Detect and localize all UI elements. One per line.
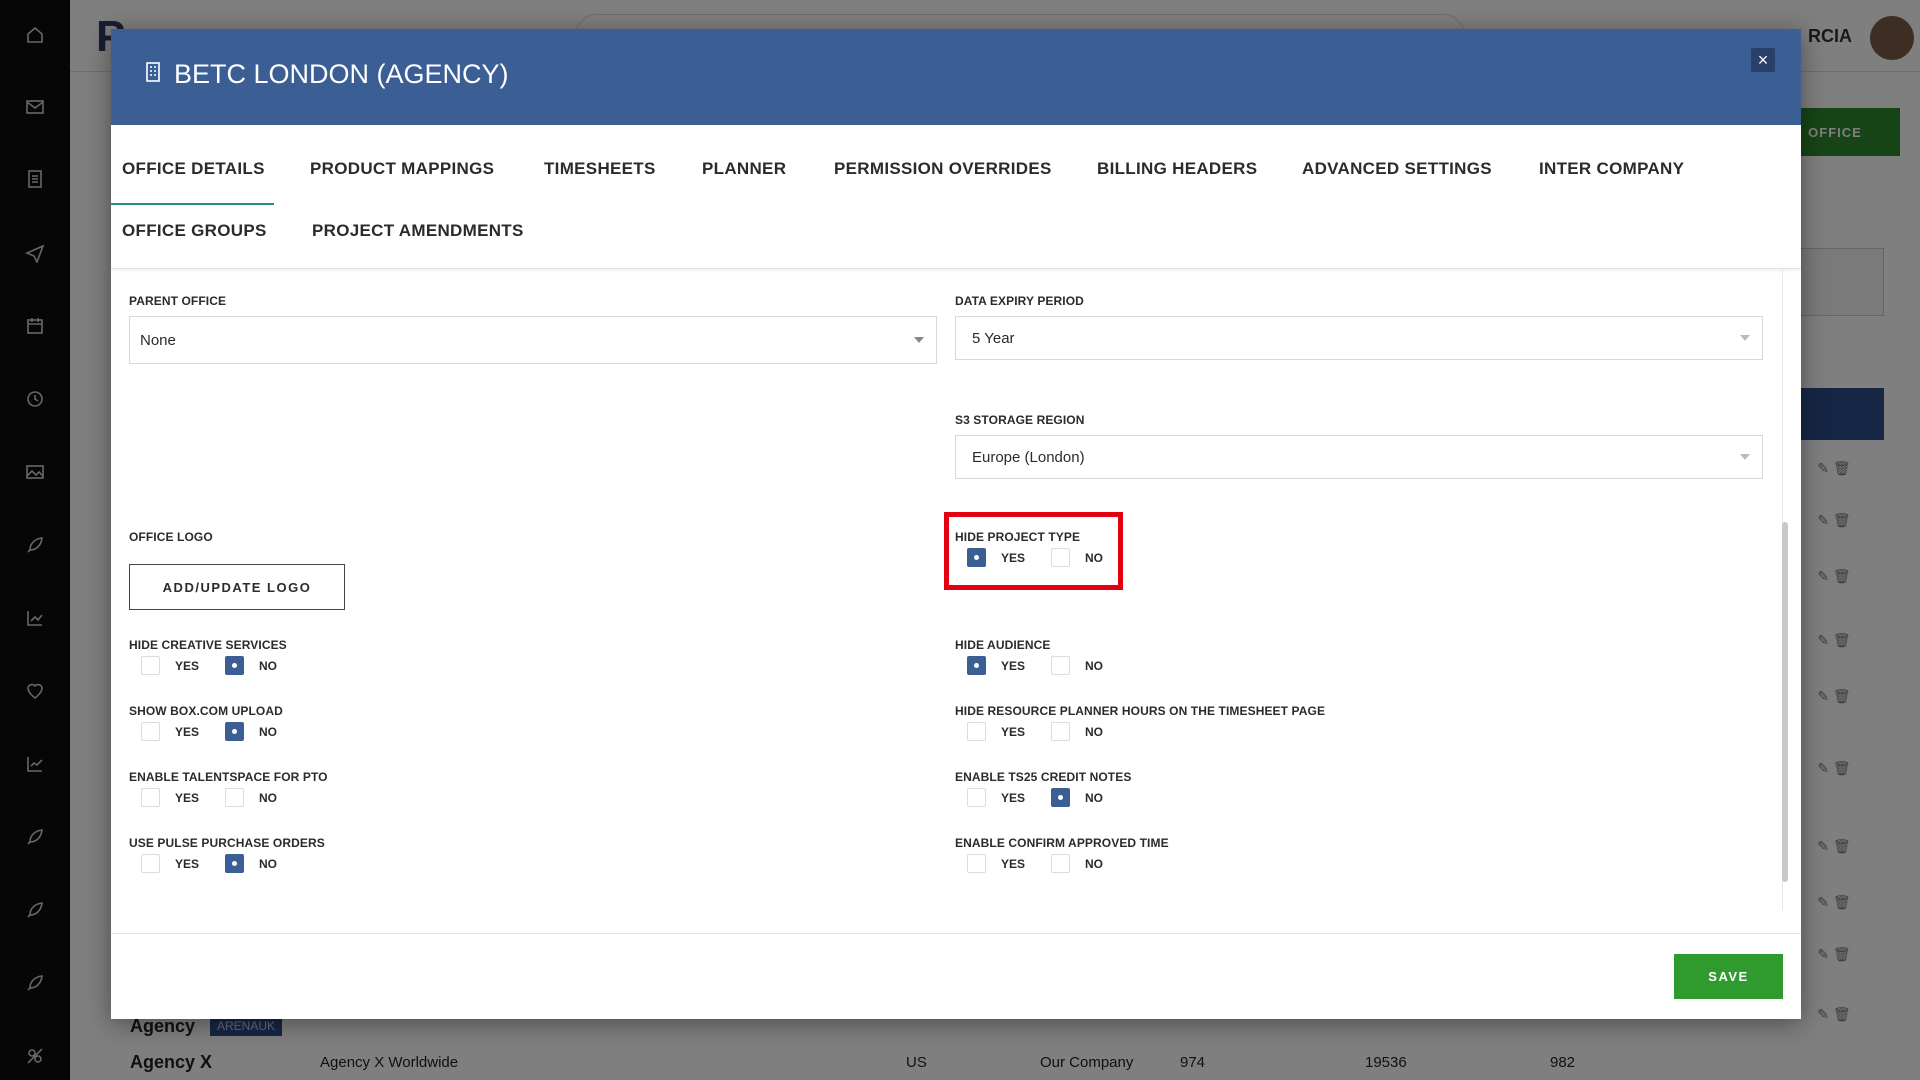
enable-talentspace-pto-label: ENABLE TALENTSPACE FOR PTO [129,770,328,784]
tab-advanced-settings[interactable]: ADVANCED SETTINGS [1302,159,1492,179]
hide-audience-label: HIDE AUDIENCE [955,638,1051,652]
hide-creative-services-options: YES NO [141,656,303,675]
chevron-down-icon [914,337,924,343]
use-pulse-purchase-orders-label: USE PULSE PURCHASE ORDERS [129,836,325,850]
hide-audience-options: YES NO [967,656,1129,675]
modal-title-text: BETC LONDON (AGENCY) [174,59,509,89]
yes-label: YES [1001,658,1026,673]
parent-office-label: PARENT OFFICE [129,294,227,308]
hide-creative-services-yes-radio[interactable] [141,656,160,675]
no-label: NO [259,856,278,871]
data-expiry-label: DATA EXPIRY PERIOD [955,294,1084,308]
enable-confirm-approved-time-no-radio[interactable] [1051,854,1071,873]
show-box-upload-label: SHOW BOX.COM UPLOAD [129,704,283,718]
use-pulse-purchase-orders-no-radio[interactable] [225,854,245,873]
tab-timesheets[interactable]: TIMESHEETS [544,159,656,179]
enable-talentspace-pto-yes-radio[interactable] [141,788,160,807]
s3-region-value: Europe (London) [972,448,1085,466]
s3-region-label: S3 STORAGE REGION [955,413,1085,427]
no-label: NO [1085,856,1104,871]
enable-ts25-credit-notes-no-radio[interactable] [1051,788,1071,807]
tab-office-details[interactable]: OFFICE DETAILS [122,159,265,179]
data-expiry-select[interactable]: 5 Year [955,316,1763,360]
tab-product-mappings[interactable]: PRODUCT MAPPINGS [310,159,494,179]
show-box-upload-options: YES NO [141,722,303,741]
parent-office-value: None [140,331,176,349]
enable-confirm-approved-time-yes-radio[interactable] [967,854,986,873]
tab-bar: OFFICE DETAILS PRODUCT MAPPINGS TIMESHEE… [111,125,1801,269]
hide-audience-no-radio[interactable] [1051,656,1071,675]
chevron-down-icon [1740,454,1750,460]
hide-resource-planner-hours-yes-radio[interactable] [967,722,986,741]
add-update-logo-button[interactable]: ADD/UPDATE LOGO [129,564,345,610]
tab-office-groups[interactable]: OFFICE GROUPS [122,221,267,241]
hide-creative-services-label: HIDE CREATIVE SERVICES [129,638,287,652]
yes-label: YES [175,658,200,673]
enable-ts25-credit-notes-options: YES NO [967,788,1129,807]
enable-talentspace-pto-options: YES NO [141,788,303,807]
enable-confirm-approved-time-options: YES NO [967,854,1129,873]
yes-label: YES [175,724,200,739]
active-tab-indicator [111,203,274,205]
no-label: NO [1085,658,1104,673]
s3-region-select[interactable]: Europe (London) [955,435,1763,479]
save-button[interactable]: SAVE [1674,954,1783,999]
no-label: NO [1085,790,1104,805]
enable-ts25-credit-notes-label: ENABLE TS25 CREDIT NOTES [955,770,1132,784]
show-box-upload-no-radio[interactable] [225,722,245,741]
no-label: NO [259,790,278,805]
hide-creative-services-no-radio[interactable] [225,656,245,675]
tab-planner[interactable]: PLANNER [702,159,786,179]
yes-label: YES [175,790,200,805]
highlight-box [944,512,1123,590]
scrollbar[interactable] [1782,522,1788,882]
tab-project-amendments[interactable]: PROJECT AMENDMENTS [312,221,524,241]
hide-resource-planner-hours-label: HIDE RESOURCE PLANNER HOURS ON THE TIMES… [955,704,1326,718]
no-label: NO [1085,724,1104,739]
office-logo-label: OFFICE LOGO [129,530,213,544]
data-expiry-value: 5 Year [972,329,1015,347]
tab-permission-overrides[interactable]: PERMISSION OVERRIDES [834,159,1052,179]
no-label: NO [259,658,278,673]
show-box-upload-yes-radio[interactable] [141,722,160,741]
no-label: NO [259,724,278,739]
enable-talentspace-pto-no-radio[interactable] [225,788,245,807]
chevron-down-icon [1740,335,1750,341]
hide-resource-planner-hours-no-radio[interactable] [1051,722,1071,741]
enable-confirm-approved-time-label: ENABLE CONFIRM APPROVED TIME [955,836,1169,850]
building-icon [144,59,162,90]
use-pulse-purchase-orders-yes-radio[interactable] [141,854,160,873]
yes-label: YES [1001,856,1026,871]
yes-label: YES [1001,790,1026,805]
enable-ts25-credit-notes-yes-radio[interactable] [967,788,986,807]
hide-resource-planner-hours-options: YES NO [967,722,1129,741]
office-details-form: PARENT OFFICE None OFFICE LOGO ADD/UPDAT… [111,270,1801,910]
modal-title: BETC LONDON (AGENCY) [144,59,509,90]
modal-header: BETC LONDON (AGENCY) × [111,29,1801,125]
parent-office-select[interactable]: None [129,316,937,364]
office-modal: BETC LONDON (AGENCY) × OFFICE DETAILS PR… [111,29,1801,1019]
yes-label: YES [1001,724,1026,739]
hide-audience-yes-radio[interactable] [967,656,986,675]
tab-inter-company[interactable]: INTER COMPANY [1539,159,1684,179]
yes-label: YES [175,856,200,871]
tab-billing-headers[interactable]: BILLING HEADERS [1097,159,1257,179]
use-pulse-purchase-orders-options: YES NO [141,854,303,873]
close-button[interactable]: × [1751,48,1775,72]
modal-footer: SAVE [111,933,1801,1019]
